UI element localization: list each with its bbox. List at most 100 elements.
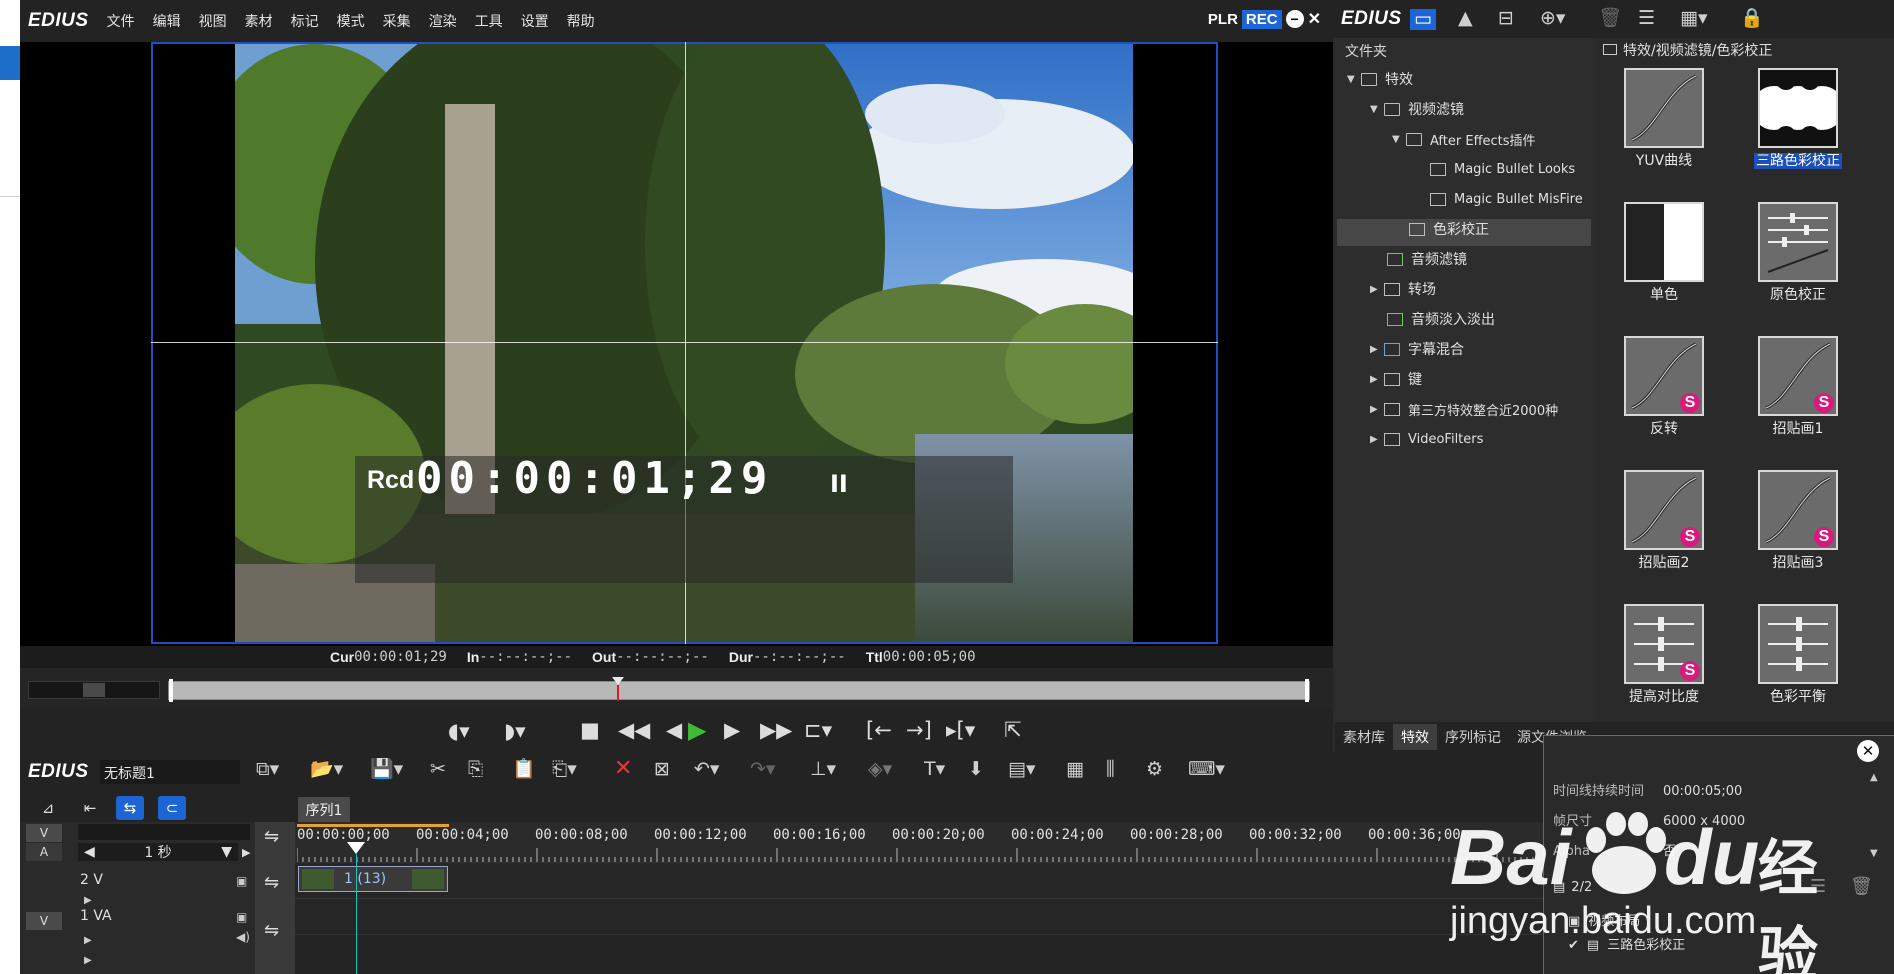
plr-label[interactable]: PLR bbox=[1208, 11, 1238, 28]
zoom-dropdown-icon[interactable]: ▼ bbox=[221, 844, 232, 860]
goto-out-icon[interactable]: →] bbox=[906, 720, 932, 741]
three-way-color-effect-icon[interactable] bbox=[1758, 68, 1838, 148]
info-scroll-down-icon[interactable]: ▼ bbox=[1870, 848, 1878, 859]
yuv-curve-effect-icon[interactable] bbox=[1624, 68, 1704, 148]
zoom-right-icon[interactable]: ▶ bbox=[242, 846, 250, 859]
effect-label-contrast[interactable]: 提高对比度 bbox=[1604, 686, 1724, 706]
timeline-playhead-marker[interactable] bbox=[347, 842, 365, 854]
shuttle-knob[interactable] bbox=[83, 683, 105, 697]
tab-effects[interactable]: 特效 bbox=[1393, 724, 1437, 750]
effect-label-yuv-curve[interactable]: YUV曲线 bbox=[1604, 150, 1724, 170]
lock-icon[interactable]: 🔒 bbox=[1740, 9, 1764, 28]
settings-gear-icon[interactable]: ⚙ bbox=[1146, 760, 1163, 779]
timeline-zoom-selector[interactable]: ◀ 1 秒 ▼ bbox=[78, 843, 238, 861]
rewind-icon[interactable]: ◀◀ bbox=[618, 720, 650, 741]
tree-item-audio-fades[interactable]: 音频淡入淡出 bbox=[1387, 307, 1495, 331]
cut-icon[interactable]: ✂ bbox=[430, 760, 446, 779]
multicam-icon[interactable]: ▦ bbox=[1066, 760, 1084, 779]
tree-item-magic-bullet-looks[interactable]: Magic Bullet Looks bbox=[1430, 157, 1575, 181]
posterize1-effect-icon[interactable]: S bbox=[1758, 336, 1838, 416]
close-icon[interactable]: ✕ bbox=[1308, 9, 1321, 29]
rec-label[interactable]: REC bbox=[1241, 9, 1282, 29]
zoom-left-icon[interactable]: ◀ bbox=[84, 844, 95, 860]
menu-file[interactable]: 文件 bbox=[107, 11, 135, 31]
sync-mode-icon[interactable]: ⇆ bbox=[116, 796, 144, 820]
tree-item-video-filters[interactable]: ▼ 视频滤镜 bbox=[1370, 97, 1464, 121]
ripple-delete-icon[interactable]: ⊠ bbox=[654, 760, 670, 779]
primary-color-effect-icon[interactable] bbox=[1758, 202, 1838, 282]
info-scroll-up-icon[interactable]: ▲ bbox=[1870, 772, 1878, 783]
keyboard-icon[interactable]: ⌨▾ bbox=[1188, 760, 1225, 779]
track-height-slider[interactable] bbox=[78, 824, 250, 840]
tree-item-color-correction[interactable]: 色彩校正 bbox=[1409, 217, 1489, 241]
set-out-icon[interactable]: ◗▾ bbox=[504, 721, 526, 742]
delete-icon[interactable]: 🗑 bbox=[1598, 9, 1622, 28]
patch-1va-icon[interactable]: ⇋ bbox=[264, 920, 279, 941]
patch-swap-icon[interactable]: ⇋ bbox=[264, 826, 279, 847]
step-forward-icon[interactable]: ▶ bbox=[724, 720, 740, 741]
folder-tree-icon[interactable]: ⊟ bbox=[1498, 9, 1514, 28]
effect-label-posterize3[interactable]: 招贴画3 bbox=[1738, 552, 1858, 572]
menu-render[interactable]: 渲染 bbox=[429, 11, 457, 31]
posterize3-effect-icon[interactable]: S bbox=[1758, 470, 1838, 550]
audio-channel-tag[interactable]: A bbox=[26, 843, 62, 861]
menu-help[interactable]: 帮助 bbox=[567, 11, 595, 31]
contrast-effect-icon[interactable]: S bbox=[1624, 604, 1704, 684]
new-sequence-icon[interactable]: ⧉▾ bbox=[256, 760, 279, 779]
invert-effect-icon[interactable]: S bbox=[1624, 336, 1704, 416]
delete-clip-icon[interactable]: ✕ bbox=[614, 758, 632, 780]
triangle-icon[interactable]: ▲ bbox=[1458, 9, 1473, 28]
goto-in-icon[interactable]: [← bbox=[866, 720, 892, 741]
monochrome-effect-icon[interactable] bbox=[1624, 202, 1704, 282]
effect-label-monochrome[interactable]: 单色 bbox=[1604, 284, 1724, 304]
voice-over-icon[interactable]: ⬇ bbox=[968, 760, 984, 779]
effect-label-primary-color[interactable]: 原色校正 bbox=[1738, 284, 1858, 304]
effect-label-three-way-color-text[interactable]: 三路色彩校正 bbox=[1754, 153, 1842, 169]
tree-item-third-party[interactable]: ▶ 第三方特效整合近2000种 bbox=[1370, 397, 1558, 421]
insert-paste-icon[interactable]: ⎗▾ bbox=[552, 760, 577, 779]
timeline-clip[interactable]: 1 (13) bbox=[298, 866, 448, 892]
paste-icon[interactable]: 📋 bbox=[512, 760, 536, 779]
position-bar[interactable] bbox=[168, 679, 1310, 702]
menu-capture[interactable]: 采集 bbox=[383, 11, 411, 31]
step-back-icon[interactable]: ◀ bbox=[666, 720, 682, 741]
menu-view[interactable]: 视图 bbox=[199, 11, 227, 31]
grid-view-icon[interactable]: ▦▾ bbox=[1680, 9, 1708, 28]
patch-2v-icon[interactable]: ⇋ bbox=[264, 872, 279, 893]
tree-item-transitions[interactable]: ▶ 转场 bbox=[1370, 277, 1436, 301]
tab-bin[interactable]: 素材库 bbox=[1335, 724, 1393, 750]
copy-icon[interactable]: ⎘ bbox=[468, 760, 483, 779]
effect-label-three-way-color[interactable]: 三路色彩校正 bbox=[1738, 150, 1858, 170]
menu-clip[interactable]: 素材 bbox=[245, 11, 273, 31]
tree-item-videofilters[interactable]: ▶ VideoFilters bbox=[1370, 427, 1483, 451]
sequence-tab[interactable]: 序列1 bbox=[298, 797, 350, 823]
export-icon[interactable]: ⇱ bbox=[1004, 720, 1022, 741]
add-effect-icon[interactable]: ⊕▾ bbox=[1540, 9, 1565, 28]
track-1va-audio-icon[interactable]: ◀) bbox=[236, 930, 250, 944]
track-1va-expand-icon[interactable]: ▶ bbox=[84, 935, 92, 946]
menu-tools[interactable]: 工具 bbox=[475, 11, 503, 31]
title-icon[interactable]: T▾ bbox=[924, 760, 945, 779]
audio-mixer-icon[interactable]: ⫼ bbox=[1106, 760, 1115, 779]
timeline-mode-icon[interactable]: ⊿ bbox=[34, 796, 62, 820]
tree-item-after-effects[interactable]: ▼ After Effects插件 bbox=[1392, 127, 1536, 151]
effect-label-posterize1[interactable]: 招贴画1 bbox=[1738, 418, 1858, 438]
list-view-icon[interactable]: ☰ bbox=[1638, 9, 1655, 28]
tree-item-keys[interactable]: ▶ 键 bbox=[1370, 367, 1422, 391]
insert-to-timeline-icon[interactable]: ▸[▾ bbox=[946, 720, 975, 741]
posterize2-effect-icon[interactable]: S bbox=[1624, 470, 1704, 550]
link-mode-icon[interactable]: ⊂ bbox=[158, 796, 186, 820]
player-playhead-marker[interactable] bbox=[612, 677, 624, 685]
add-marker-icon[interactable]: ⊥▾ bbox=[810, 760, 836, 779]
effect-label-posterize2[interactable]: 招贴画2 bbox=[1604, 552, 1724, 572]
minimize-icon[interactable]: − bbox=[1285, 10, 1304, 28]
video-channel-tag[interactable]: V bbox=[26, 824, 62, 842]
shuttle-slider[interactable] bbox=[28, 681, 160, 699]
plr-rec-switch[interactable]: PLR REC − ✕ bbox=[1208, 9, 1321, 29]
open-project-icon[interactable]: 📂▾ bbox=[310, 760, 343, 779]
play-icon[interactable]: ▶ bbox=[688, 718, 706, 742]
tree-item-title-mixers[interactable]: ▶ 字幕混合 bbox=[1370, 337, 1464, 361]
menu-marker[interactable]: 标记 bbox=[291, 11, 319, 31]
transition-icon[interactable]: ◈▾ bbox=[868, 760, 892, 779]
tab-sequence-markers[interactable]: 序列标记 bbox=[1437, 724, 1509, 750]
